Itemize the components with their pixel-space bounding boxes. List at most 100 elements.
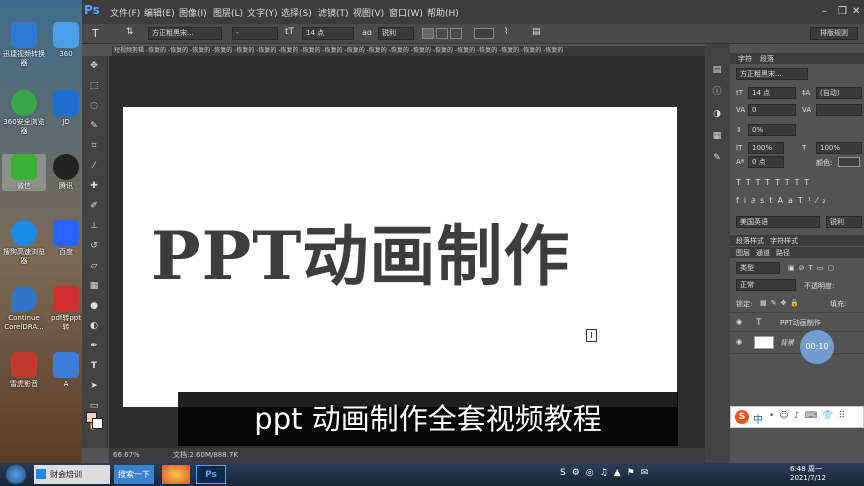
desktop-icon-a[interactable]: A [50, 352, 82, 389]
char-baseline-input[interactable]: 0 点 [748, 156, 784, 168]
eyedropper-tool-icon[interactable]: ⁄ [87, 160, 101, 172]
canvas[interactable]: PPT动画制作 I [123, 107, 677, 407]
brush-tool-icon[interactable]: ✐ [87, 200, 101, 212]
tab-character[interactable]: 字符 [738, 54, 752, 64]
menu-edit[interactable]: 编辑(E) [144, 6, 175, 19]
desktop-icon-xunjie[interactable]: 迅捷视频转换器 [2, 22, 46, 68]
tab-channels[interactable]: 通道 [756, 248, 770, 258]
tab-char-styles[interactable]: 字符样式 [770, 236, 798, 246]
font-style-select[interactable]: - [232, 27, 278, 40]
layer-row-text[interactable]: ◉ T PPT动画制作 [730, 312, 864, 332]
start-button[interactable] [6, 465, 26, 484]
align-center-icon[interactable] [436, 28, 448, 39]
info-panel-icon[interactable]: ⓘ [710, 86, 724, 98]
align-right-icon[interactable] [450, 28, 462, 39]
crop-tool-icon[interactable]: ⌗ [87, 140, 101, 152]
desktop-icon-baidu[interactable]: 百度 [50, 220, 82, 257]
background-color-swatch[interactable] [92, 418, 103, 429]
desktop-icon-360[interactable]: 360 [50, 22, 82, 59]
swatch-panel-icon[interactable]: ▦ [710, 130, 724, 142]
orientation-icon[interactable]: ⇅ [126, 27, 134, 37]
brush-panel-icon[interactable]: ✎ [710, 152, 724, 164]
eye-icon[interactable]: ◉ [736, 318, 742, 326]
menu-layer[interactable]: 图层(L) [213, 6, 243, 19]
font-family-select[interactable]: 方正粗黑宋... [148, 27, 222, 40]
char-aa-select[interactable]: 锐利 [826, 216, 862, 228]
desktop-icon-player[interactable]: 雷虎影音 [2, 352, 46, 389]
desktop-icon-sogou[interactable]: 搜狗高速浏览器 [2, 220, 46, 266]
minimize-icon[interactable]: – [822, 6, 827, 17]
tab-paragraph[interactable]: 段落 [760, 54, 774, 64]
type-tool-button[interactable]: T [87, 360, 101, 372]
canvas-title-text[interactable]: PPT动画制作 [151, 203, 570, 299]
tab-para-styles[interactable]: 段落样式 [736, 236, 764, 246]
menu-view[interactable]: 视图(V) [353, 6, 384, 19]
ime-tool-icons[interactable]: •☺♪⌨👕⠿ [769, 411, 850, 421]
panels-toggle-icon[interactable]: ▤ [532, 27, 541, 37]
char-tracking-extra[interactable] [816, 104, 862, 116]
blend-mode-select[interactable]: 正常 [736, 279, 796, 291]
quick-select-tool-icon[interactable]: ✎ [87, 120, 101, 132]
move-tool-icon[interactable]: ✥ [87, 60, 101, 72]
tab-layers[interactable]: 图层 [736, 248, 750, 258]
healing-tool-icon[interactable]: ✚ [87, 180, 101, 192]
text-color-swatch[interactable] [474, 28, 494, 39]
stamp-tool-icon[interactable]: ⊥ [87, 220, 101, 232]
clock-time[interactable]: 6:48 周一 [790, 464, 822, 474]
pen-tool-icon[interactable]: ✒ [87, 340, 101, 352]
char-kerning-select[interactable]: 0 [748, 104, 796, 116]
desktop-icon-pdf[interactable]: pdf转ppt转 [50, 286, 82, 332]
char-leading-select[interactable]: (自动) [816, 87, 862, 99]
path-select-icon[interactable]: ➤ [87, 380, 101, 392]
workspace-button[interactable]: 排版规则 [810, 27, 858, 40]
close-icon[interactable]: ✕ [852, 6, 860, 17]
eraser-tool-icon[interactable]: ▱ [87, 260, 101, 272]
desktop-icon-wechat[interactable]: 微信 [2, 154, 46, 191]
font-size-select[interactable]: 14 点 [302, 27, 354, 40]
blur-tool-icon[interactable]: ● [87, 300, 101, 312]
lasso-tool-icon[interactable]: ◌ [87, 100, 101, 112]
layer-name[interactable]: PPT动画制作 [780, 318, 821, 328]
antialias-select[interactable]: 锐利 [378, 27, 414, 40]
menu-help[interactable]: 帮助(H) [427, 6, 459, 19]
menu-window[interactable]: 窗口(W) [389, 6, 423, 19]
desktop-icon-tencent[interactable]: 腾讯 [50, 154, 82, 191]
maximize-icon[interactable]: ❐ [838, 6, 847, 17]
zoom-level[interactable]: 66.67% [113, 448, 140, 463]
document-tab[interactable]: 短视频剪辑 -恢复的 -恢复的 -恢复的 -恢复的 -恢复的 -恢复的 -恢复的… [112, 46, 708, 56]
char-size-select[interactable]: 14 点 [748, 87, 796, 99]
clock-date[interactable]: 2021/7/12 [790, 474, 826, 482]
adjust-panel-icon[interactable]: ◑ [710, 108, 724, 120]
lock-icons[interactable]: ▦✎✥🔒 [760, 299, 803, 307]
warp-text-icon[interactable]: ⌇ [504, 27, 508, 37]
dodge-tool-icon[interactable]: ◐ [87, 320, 101, 332]
char-font-select[interactable]: 方正粗黑宋... [736, 68, 808, 80]
opentype-buttons[interactable]: fi∂stAaT¹⁄₂ [736, 196, 831, 205]
menu-select[interactable]: 选择(S) [281, 6, 312, 19]
tray-icons[interactable]: S⚙◎♫▲⚑✉ [560, 468, 654, 478]
marquee-tool-icon[interactable]: ⬚ [87, 80, 101, 92]
text-style-buttons[interactable]: TTTTTTTT [736, 178, 814, 187]
layer-filter-icons[interactable]: ▣⊘T▭▢ [788, 264, 838, 272]
desktop-icon-jd[interactable]: JD [50, 90, 82, 127]
layer-name[interactable]: 背景 [780, 338, 794, 348]
taskbar-search[interactable]: 搜索一下 [114, 465, 154, 484]
layer-row-background[interactable]: ◉ 背景 [730, 332, 864, 354]
align-left-icon[interactable] [422, 28, 434, 39]
history-brush-icon[interactable]: ↺ [87, 240, 101, 252]
sogou-ime-icon[interactable]: S [735, 410, 749, 424]
char-vscale-input[interactable]: 100% [748, 142, 784, 154]
gradient-tool-icon[interactable]: ▦ [87, 280, 101, 292]
menu-type[interactable]: 文字(Y) [247, 6, 278, 19]
history-panel-icon[interactable]: ▤ [710, 64, 724, 76]
tab-paths[interactable]: 路径 [776, 248, 790, 258]
layer-filter-select[interactable]: 类型 [736, 262, 780, 274]
char-color-swatch[interactable] [838, 157, 860, 167]
menu-file[interactable]: 文件(F) [110, 6, 140, 19]
ime-mode[interactable]: 中 [753, 411, 763, 426]
eye-icon[interactable]: ◉ [736, 338, 742, 346]
ps-taskbar-icon[interactable]: Ps [196, 465, 226, 484]
char-hscale-input[interactable]: 100% [816, 142, 862, 154]
menu-filter[interactable]: 滤镜(T) [318, 6, 349, 19]
shape-tool-icon[interactable]: ▭ [87, 400, 101, 412]
